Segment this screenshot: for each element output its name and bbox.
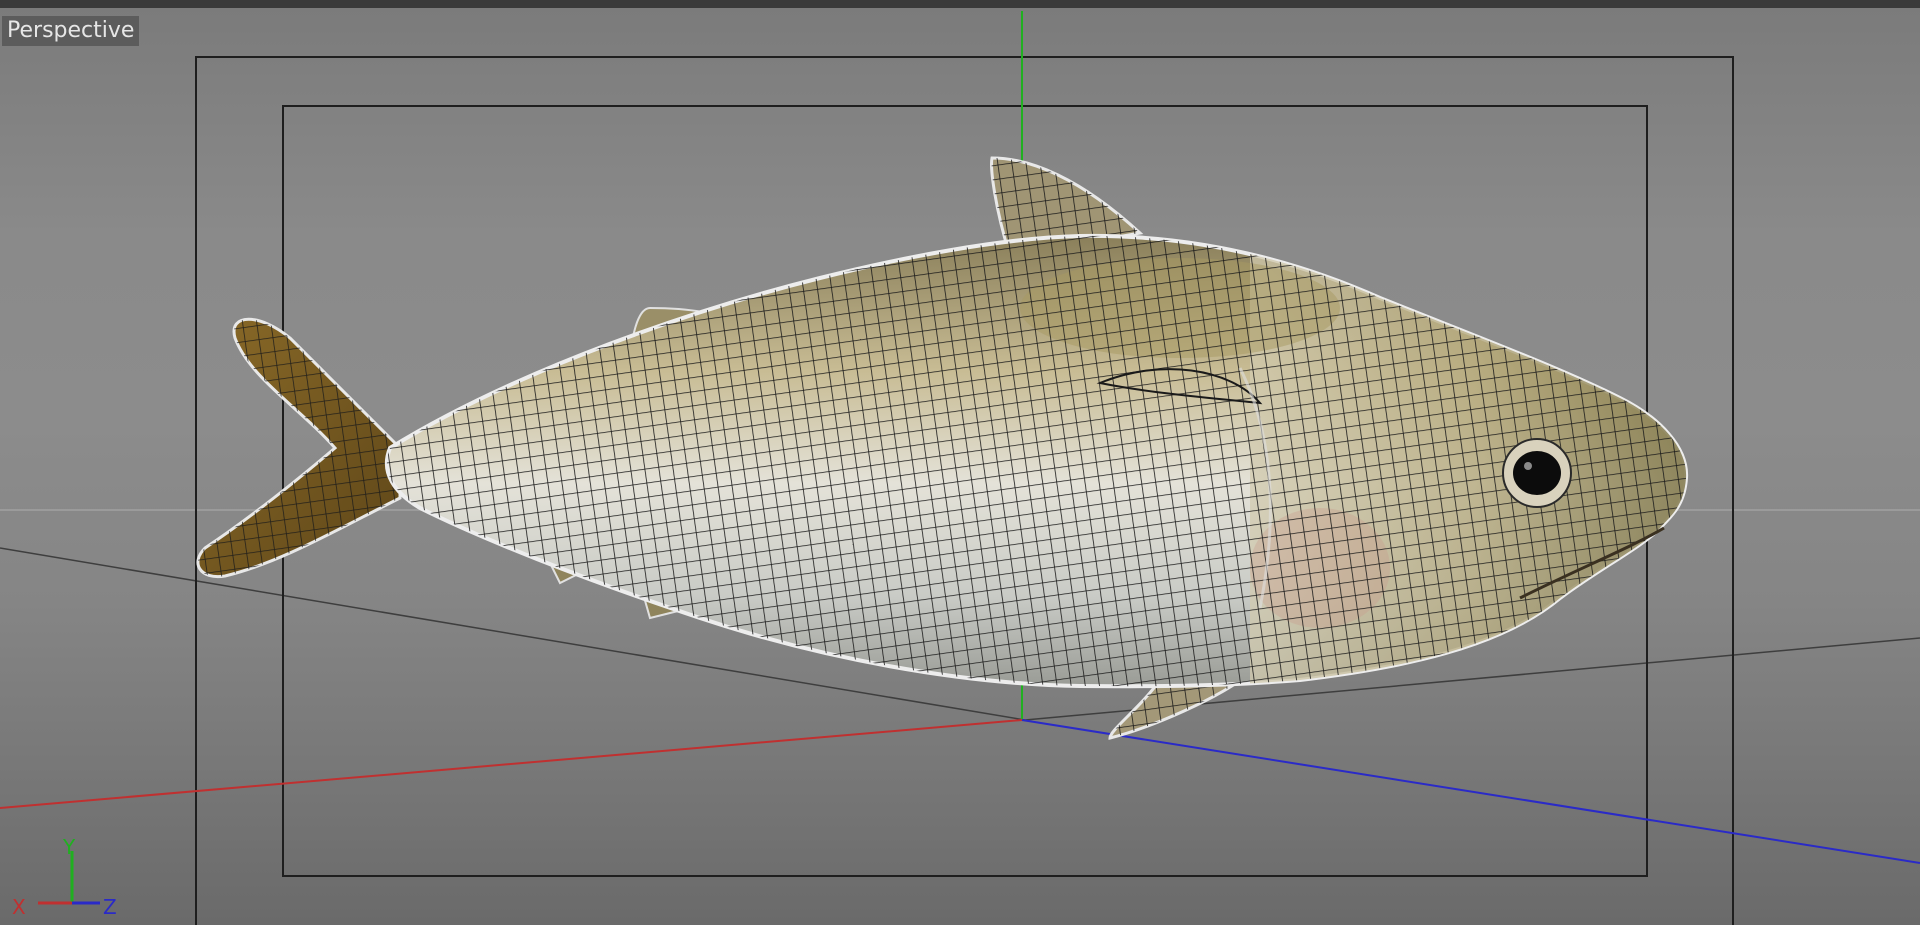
viewport-top-bar	[0, 0, 1920, 8]
gizmo-z-label: Z	[103, 895, 117, 919]
gizmo-y-label: Y	[62, 835, 76, 859]
gizmo-x-label: X	[12, 895, 26, 919]
camera-label[interactable]: Perspective	[2, 16, 140, 46]
3d-viewport[interactable]: Y X Z Perspective	[0, 8, 1920, 925]
viewport-scene[interactable]: Y X Z	[0, 8, 1920, 925]
world-z-axis	[1021, 719, 1920, 864]
world-x-axis	[0, 719, 1023, 809]
fish-eye	[1502, 438, 1572, 508]
axis-gizmo: Y X Z	[12, 835, 117, 919]
fish-model[interactable]	[196, 156, 1700, 740]
